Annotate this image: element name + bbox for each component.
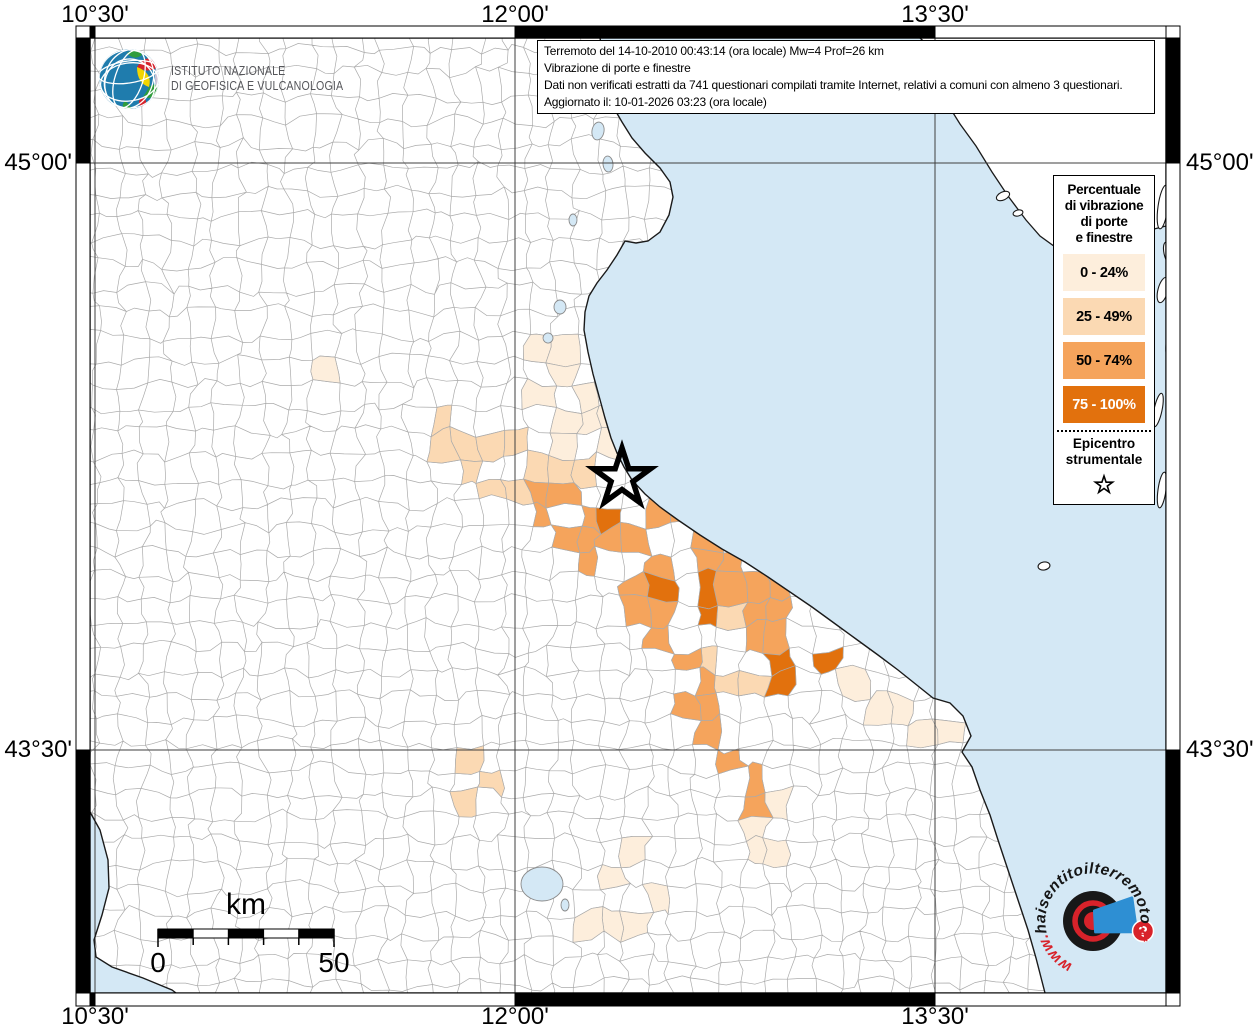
event-info-box: Terremoto del 14-10-2010 00:43:14 (ora l… [537,40,1155,114]
axis-label-bottom-1330: 13°30' [901,1003,969,1024]
legend-star-icon [1091,471,1117,497]
legend-title-line2: di vibrazione [1054,198,1154,214]
legend-swatch-75-100: 75 - 100% [1063,386,1145,423]
legend-swatch-25-49: 25 - 49% [1063,298,1145,335]
municipality-cell [713,571,748,607]
legend-title-line4: e finestre [1054,230,1154,246]
lake-trasimeno [521,867,563,901]
ingv-logo: ISTITUTO NAZIONALE DI GEOFISICA E VULCAN… [96,46,374,112]
axis-label-left-4500: 45°00' [0,149,72,177]
legend-title-line3: di porte [1054,214,1154,230]
legend-divider [1057,430,1151,432]
event-updated-note: Aggiornato il: 10-01-2026 03:23 (ora loc… [544,94,1148,111]
event-title: Terremoto del 14-10-2010 00:43:14 (ora l… [544,43,1148,60]
municipality-cell [549,433,578,461]
axis-label-top-1030: 10°30' [61,1,129,29]
map-canvas: km 0 50 ? www.haise [0,0,1256,1024]
event-data-note: Dati non verificati estratti da 741 ques… [544,77,1148,94]
ingv-globe-icon [96,46,162,112]
axis-label-top-1200: 12°00' [481,1,549,29]
axis-label-right-4330: 43°30' [1186,736,1254,764]
legend-title-line1: Percentuale [1054,182,1154,198]
legend-epicenter-line2: strumentale [1054,452,1154,468]
axis-label-bottom-1200: 12°00' [481,1003,549,1024]
municipality-cell [698,606,718,628]
map-legend: Percentuale di vibrazione di porte e fin… [1053,175,1155,505]
municipality-cell [524,450,549,483]
legend-epicenter-line1: Epicentro [1054,436,1154,452]
axis-label-top-1330: 13°30' [901,1,969,29]
ingv-name-line2: DI GEOFISICA E VULCANOLOGIA [171,79,343,94]
axis-label-right-4500: 45°00' [1186,149,1254,177]
municipality-cell [763,618,790,655]
axis-label-left-4330: 43°30' [0,736,72,764]
event-subtitle: Vibrazione di porte e finestre [544,60,1148,77]
legend-swatch-50-74: 50 - 74% [1063,342,1145,379]
legend-swatch-0-24: 0 - 24% [1063,254,1145,291]
municipality-cell [907,719,938,748]
scale-bar-unit: km [226,888,266,921]
scale-bar-start: 0 [150,947,166,978]
map-page: km 0 50 ? www.haise [0,0,1256,1024]
axis-label-bottom-1030: 10°30' [61,1003,129,1024]
municipality-cell [311,356,340,383]
ingv-name-line1: ISTITUTO NAZIONALE [171,64,343,79]
municipality-cell [763,838,791,868]
scale-bar-end: 50 [318,947,349,978]
